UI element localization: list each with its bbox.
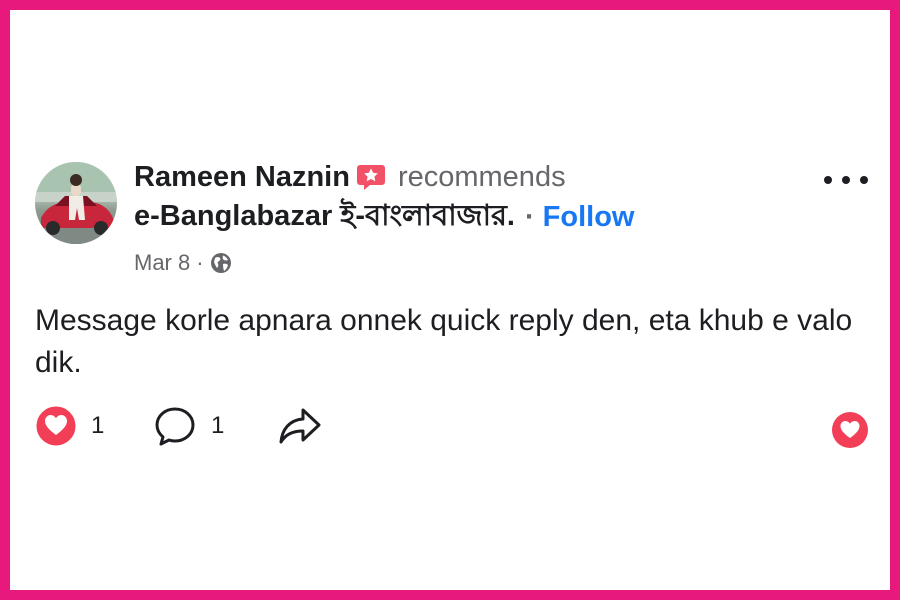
share-icon	[279, 408, 321, 444]
heart-reaction-icon	[35, 405, 77, 447]
recommend-icon	[356, 162, 386, 192]
meta-separator: ·	[196, 250, 204, 275]
post-date[interactable]: Mar 8	[134, 250, 190, 276]
separator-dot: ·	[525, 200, 535, 233]
header-line-page: e-Banglabazar ই-বাংলাবাজার. · Follow	[134, 196, 734, 238]
more-dot-icon	[842, 176, 850, 184]
like-count: 1	[91, 412, 105, 439]
comment-button[interactable]: 1	[153, 402, 224, 450]
page-name[interactable]: e-Banglabazar ই-বাংলাবাজার.	[134, 193, 515, 242]
author-name[interactable]: Rameen Naznin	[134, 161, 350, 194]
post-header: Rameen Naznin recommends e-Banglabazar ই…	[134, 158, 734, 276]
reaction-summary-button[interactable]	[830, 406, 870, 454]
recommendation-card: Rameen Naznin recommends e-Banglabazar ই…	[10, 10, 890, 590]
more-options-button[interactable]	[824, 168, 868, 192]
heart-reaction-icon	[832, 412, 868, 448]
recommends-text: recommends	[397, 160, 566, 193]
avatar-photo	[35, 162, 117, 244]
more-dot-icon	[860, 176, 868, 184]
avatar[interactable]	[35, 162, 117, 244]
header-line-author: Rameen Naznin recommends	[134, 158, 734, 196]
post-text: Message korle apnara onnek quick reply d…	[35, 304, 853, 379]
post-meta: Mar 8 ·	[134, 250, 734, 276]
post-actions: 1 1	[35, 402, 875, 452]
globe-icon	[210, 252, 232, 274]
comment-icon	[155, 407, 195, 446]
more-dot-icon	[824, 176, 832, 184]
share-button[interactable]	[277, 402, 323, 450]
follow-button[interactable]: Follow	[543, 201, 635, 234]
comment-count: 1	[211, 412, 225, 439]
like-button[interactable]: 1	[35, 402, 104, 450]
